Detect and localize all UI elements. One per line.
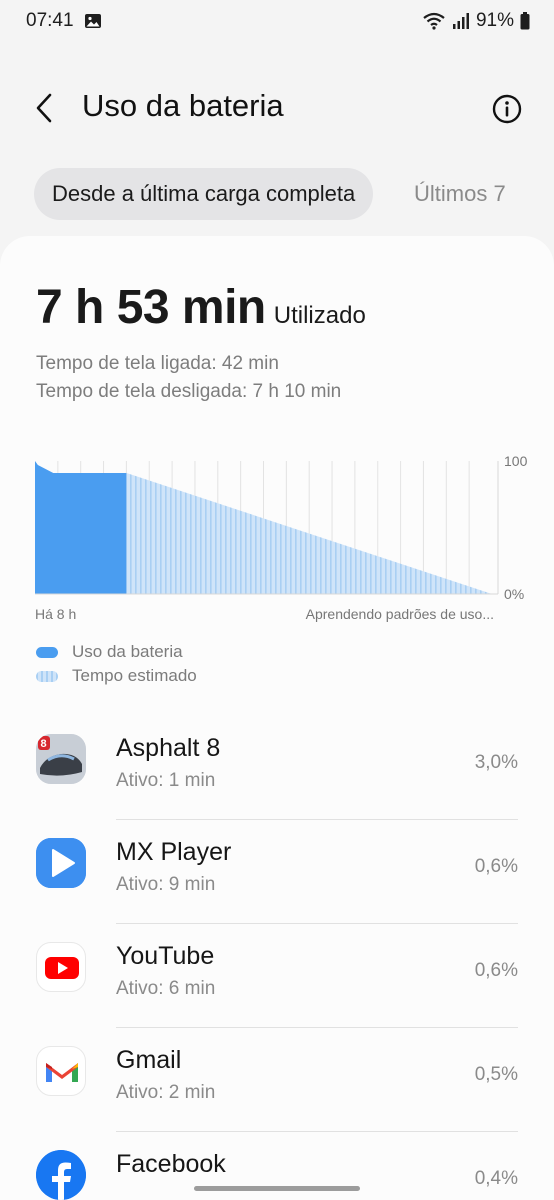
app-item-gmail[interactable]: Gmail Ativo: 2 min 0,5% — [0, 1028, 554, 1132]
mx-player-icon — [36, 838, 86, 888]
app-name: MX Player — [116, 838, 232, 866]
usage-time: 7 h 53 min — [36, 281, 266, 334]
app-usage-percentage: 0,4% — [474, 1168, 518, 1189]
wifi-icon — [423, 12, 445, 30]
svg-text:8: 8 — [41, 738, 47, 750]
legend-label-usage: Uso da bateria — [72, 642, 183, 661]
y-tick-label-100: 100 — [504, 453, 528, 469]
tab-since-last-full-charge[interactable]: Desde a última carga completa — [34, 168, 374, 220]
x-axis-start-label: Há 8 h — [35, 606, 77, 622]
battery-percentage: 91% — [475, 10, 514, 31]
signal-icon — [452, 13, 469, 29]
app-usage-percentage: 3,0% — [474, 752, 518, 773]
status-right: 91% — [422, 10, 530, 32]
app-usage-percentage: 0,6% — [474, 960, 518, 981]
status-time: 07:41 — [26, 10, 74, 31]
app-item-mx-player[interactable]: MX Player Ativo: 9 min 0,6% — [0, 820, 554, 924]
gesture-navigation-bar[interactable] — [194, 1186, 360, 1191]
chart-legend: Uso da bateria Tempo estimado — [36, 640, 197, 688]
gmail-icon — [36, 1046, 86, 1096]
tab-last-7-days[interactable]: Últimos 7 — [414, 168, 506, 220]
usage-suffix: Utilizado — [273, 302, 366, 329]
app-item-asphalt-8[interactable]: 8 Asphalt 8 Ativo: 1 min 3,0% — [0, 716, 554, 820]
legend-item-usage: Uso da bateria — [36, 640, 197, 664]
header: Uso da bateria — [0, 72, 554, 144]
app-name: YouTube — [116, 942, 215, 970]
app-name: Facebook — [116, 1150, 226, 1178]
y-tick-label-0: 0% — [504, 586, 524, 602]
battery-usage-area — [35, 461, 127, 594]
youtube-icon — [36, 942, 86, 992]
app-active-time: Ativo: 2 min — [116, 1082, 216, 1103]
app-usage-percentage: 0,5% — [474, 1064, 518, 1085]
legend-swatch-usage — [36, 646, 58, 658]
battery-chart-svg: 100 0% — [35, 453, 528, 602]
screen-off-time: Tempo de tela desligada: 7 h 10 min — [36, 381, 342, 402]
asphalt-8-icon: 8 — [36, 734, 86, 784]
facebook-icon — [36, 1150, 86, 1200]
back-arrow-icon[interactable] — [30, 92, 62, 124]
app-usage-percentage: 0,6% — [474, 856, 518, 877]
battery-usage-card: 7 h 53 min Utilizado Tempo de tela ligad… — [0, 236, 554, 1200]
screen-on-time: Tempo de tela ligada: 42 min — [36, 353, 279, 374]
info-icon[interactable] — [492, 94, 522, 124]
app-item-youtube[interactable]: YouTube Ativo: 6 min 0,6% — [0, 924, 554, 1028]
app-name: Asphalt 8 — [116, 734, 221, 762]
app-name: Gmail — [116, 1046, 182, 1074]
status-left: 07:41 — [26, 10, 102, 32]
gallery-notification-icon — [84, 14, 101, 28]
legend-label-estimated: Tempo estimado — [72, 666, 197, 685]
battery-icon — [520, 12, 530, 30]
app-active-time: Ativo: 9 min — [116, 874, 216, 895]
usage-summary: 7 h 53 min Utilizado — [36, 280, 366, 335]
page-title: Uso da bateria — [82, 88, 284, 123]
app-active-time: Ativo: 1 min — [116, 770, 216, 791]
legend-item-estimated: Tempo estimado — [36, 664, 197, 688]
legend-swatch-estimated — [36, 670, 58, 682]
period-tabs: Desde a última carga completa Últimos 7 — [0, 168, 554, 222]
battery-chart: 100 0% Há 8 h Aprendendo padrões de uso.… — [0, 446, 554, 626]
app-usage-list: 8 Asphalt 8 Ativo: 1 min 3,0% MX Player … — [0, 716, 554, 1200]
x-axis-end-label: Aprendendo padrões de uso... — [305, 606, 494, 622]
app-active-time: Ativo: 6 min — [116, 978, 216, 999]
status-bar: 07:41 91% — [0, 0, 554, 42]
